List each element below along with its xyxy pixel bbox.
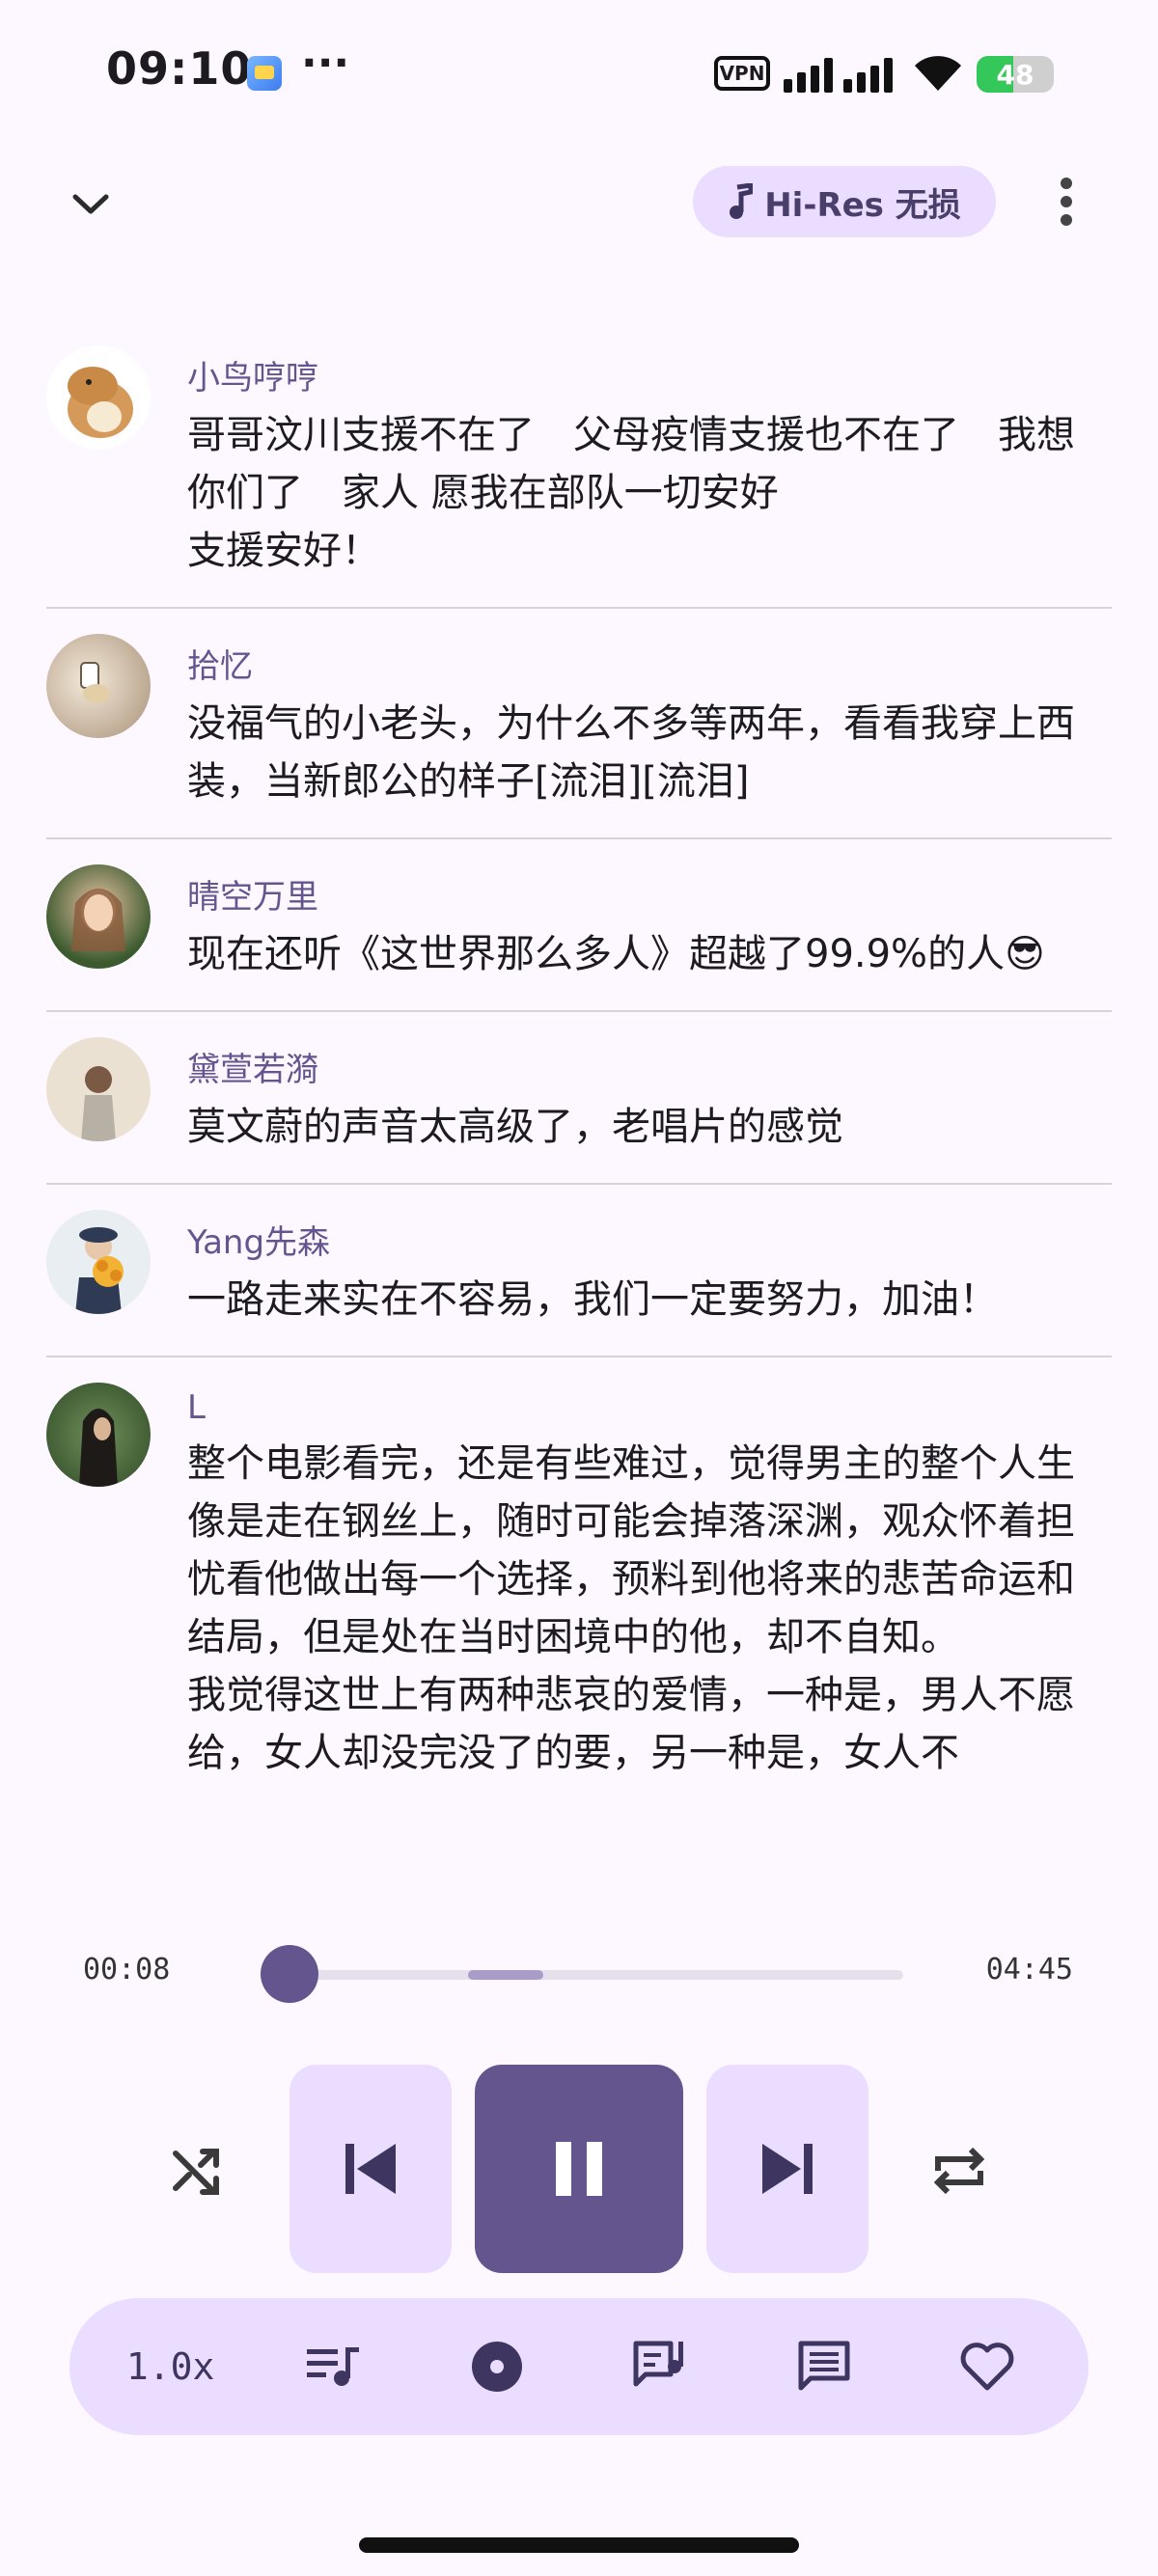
comment-item: 小鸟哼哼 哥哥汶川支援不在了 父母疫情支援也不在了 我想你们了 家人 愿我在部队…	[46, 318, 1112, 609]
lyrics-button[interactable]	[603, 2318, 719, 2415]
shuffle-icon	[173, 2149, 219, 2195]
comment-item: L 整个电影看完，还是有些难过，觉得男主的整个人生像是走在钢丝上，随时可能会掉落…	[46, 1357, 1112, 1809]
playback-speed-button[interactable]: 1.0x	[113, 2318, 229, 2415]
home-indicator[interactable]	[359, 2537, 799, 2553]
album-icon	[472, 2342, 523, 2392]
comment-list-fade	[0, 1814, 1158, 1910]
audio-quality-label: Hi-Res 无损	[764, 185, 961, 225]
comment-username[interactable]: 小鸟哼哼	[187, 351, 1112, 398]
comment-username[interactable]: Yang先森	[187, 1216, 1112, 1263]
play-pause-button[interactable]	[475, 2065, 683, 2273]
comment-item: 晴空万里 现在还听《这世界那么多人》超越了99.9%的人😎	[46, 839, 1112, 1012]
avatar[interactable]	[46, 1210, 151, 1314]
repeat-icon	[933, 2147, 985, 2195]
more-options-button[interactable]	[1033, 168, 1100, 235]
avatar[interactable]	[46, 1037, 151, 1141]
player-top-bar: Hi-Res 无损	[0, 154, 1158, 251]
comment-text: 哥哥汶川支援不在了 父母疫情支援也不在了 我想你们了 家人 愿我在部队一切安好 …	[187, 413, 1075, 573]
comment-text: 没福气的小老头，为什么不多等两年，看看我穿上西装，当新郎公的样子[流泪][流泪]	[187, 701, 1075, 804]
comment-username[interactable]: 黛萱若漪	[187, 1043, 1112, 1090]
avatar[interactable]	[46, 634, 151, 738]
repeat-button[interactable]	[921, 2132, 998, 2209]
comment-text: 现在还听《这世界那么多人》超越了99.9%的人😎	[187, 932, 1045, 976]
elapsed-time: 00:08	[83, 1953, 171, 1987]
vpn-icon: VPN	[714, 56, 770, 91]
playback-progress: 00:08 04:45	[0, 1939, 1158, 2007]
bottom-action-bar: 1.0x	[69, 2298, 1089, 2435]
comment-item: Yang先森 一路走来实在不容易，我们一定要努力，加油！	[46, 1185, 1112, 1357]
playback-speed-label: 1.0x	[125, 2345, 215, 2388]
next-track-button[interactable]	[706, 2065, 868, 2273]
shuffle-button[interactable]	[158, 2132, 235, 2209]
avatar[interactable]	[46, 345, 151, 450]
buffered-segment	[467, 1970, 544, 1980]
heart-icon	[960, 2343, 1014, 2391]
status-bar: 09:10 ··· VPN 48	[0, 0, 1158, 145]
comment-text: 莫文蔚的声音太高级了，老唱片的感觉	[187, 1105, 843, 1149]
comment-item: 黛萱若漪 莫文蔚的声音太高级了，老唱片的感觉	[46, 1012, 1112, 1185]
favorite-button[interactable]	[929, 2318, 1045, 2415]
comment-item: 拾忆 没福气的小老头，为什么不多等两年，看看我穿上西装，当新郎公的样子[流泪][…	[46, 609, 1112, 839]
skip-next-icon	[762, 2144, 813, 2194]
wifi-icon	[915, 56, 961, 91]
gallery-notification-icon	[247, 56, 282, 91]
skip-previous-icon	[345, 2144, 396, 2194]
avatar[interactable]	[46, 864, 151, 969]
comment-list[interactable]: 小鸟哼哼 哥哥汶川支援不在了 父母疫情支援也不在了 我想你们了 家人 愿我在部队…	[46, 318, 1112, 1901]
cellular-signal-icon	[784, 58, 893, 93]
pause-icon	[556, 2142, 602, 2196]
more-notifications-indicator: ···	[301, 39, 350, 88]
comments-button[interactable]	[766, 2318, 882, 2415]
progress-slider[interactable]	[272, 1970, 903, 1980]
previous-track-button[interactable]	[290, 2065, 452, 2273]
playback-controls	[0, 2065, 1158, 2277]
comment-username[interactable]: 拾忆	[187, 640, 1112, 687]
status-time: 09:10	[106, 42, 253, 95]
battery-icon: 48	[977, 56, 1054, 93]
audio-quality-chip[interactable]: Hi-Res 无损	[693, 166, 996, 237]
lyrics-icon	[633, 2341, 683, 2387]
music-note-icon	[730, 183, 754, 219]
chevron-down-icon	[72, 194, 109, 214]
avatar[interactable]	[46, 1383, 151, 1487]
progress-thumb[interactable]	[261, 1945, 319, 2003]
album-button[interactable]	[439, 2318, 555, 2415]
play-queue-button[interactable]	[276, 2318, 392, 2415]
comment-username[interactable]: 晴空万里	[187, 870, 1112, 918]
comment-icon	[798, 2341, 850, 2391]
more-vert-icon	[1061, 178, 1072, 226]
battery-percentage: 48	[996, 58, 1034, 91]
comment-username[interactable]: L	[187, 1388, 1112, 1427]
queue-music-icon	[306, 2347, 359, 2386]
comment-text: 整个电影看完，还是有些难过，觉得男主的整个人生像是走在钢丝上，随时可能会掉落深渊…	[187, 1441, 1075, 1775]
comment-text: 一路走来实在不容易，我们一定要努力，加油！	[187, 1277, 998, 1322]
total-duration: 04:45	[985, 1953, 1073, 1987]
collapse-player-button[interactable]	[60, 174, 122, 235]
